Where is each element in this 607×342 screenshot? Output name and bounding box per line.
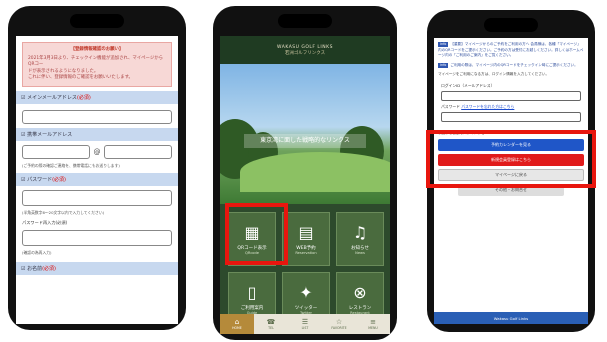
tile-web-reservation[interactable]: ▤ WEB予約 Reservation (282, 212, 330, 266)
app-header: WAKASU GOLF LINKS 若洲ゴルフリンクス (220, 36, 390, 64)
info-chip: info (438, 62, 449, 68)
password-hint: (半角英数字6〜20文字以内で入力してください) (22, 210, 105, 216)
section-name: ☑ お名前(必須) (16, 262, 178, 276)
at-sign: @ (93, 148, 101, 157)
tab-home[interactable]: ⌂ HOME (220, 314, 254, 334)
restaurant-icon: ⊗ (353, 282, 367, 302)
tab-tel[interactable]: ☎ TEL (254, 314, 288, 334)
phone-notch (484, 18, 538, 32)
required-mark: (必須) (76, 95, 91, 102)
section-label: ☑ お名前 (21, 266, 43, 273)
phone-notch (278, 14, 332, 28)
section-mobile-email: ☑ 携帯メールアドレス (16, 128, 178, 142)
notice-title: 【登録情報確認のお願い】 (70, 47, 124, 52)
site-footer: Wakasu Golf Links (434, 312, 588, 324)
password-confirm-hint: (確認の為再入力) (22, 250, 52, 256)
tab-label: MENU (368, 326, 378, 330)
tab-menu[interactable]: ≡ MENU (356, 314, 390, 334)
notice-box: 【登録情報確認のお願い】 2021年3月3日より、チェックイン機能が追加され、マ… (22, 42, 172, 88)
registration-screen: 【登録情報確認のお願い】 2021年3月3日より、チェックイン機能が追加され、マ… (16, 36, 178, 324)
tab-list[interactable]: ☰ LIST (288, 314, 322, 334)
section-password: ☑ パスワード(必須) (16, 173, 178, 187)
tab-favorite[interactable]: ☆ FAVORITE (322, 314, 356, 334)
tab-label: LIST (301, 326, 309, 330)
twitter-icon: ✦ (299, 282, 313, 302)
login-highlight (426, 130, 596, 188)
more-icon: ≡ (370, 318, 376, 326)
forgot-password-link[interactable]: パスワードを忘れた方はこちら (461, 104, 514, 109)
notice-line: これに伴い、登録情報のご確認をお願いいたします。 (28, 75, 133, 81)
notice-line: 2021年3月3日より、チェックイン機能が追加され、マイページからQRコー (28, 55, 164, 68)
info-block: info 【重要】マイページからのご予約をご利用の方へ 会員様は、各種「マイページ… (438, 42, 584, 59)
tab-label: TEL (268, 326, 274, 330)
bottom-tab-bar: ⌂ HOME ☎ TEL ☰ LIST ☆ FAVORITE ≡ MENU (220, 314, 390, 334)
hero-image: 東京湾に面した戦略的なリンクス (220, 64, 390, 204)
tab-label: FAVORITE (331, 326, 347, 330)
mobile-email-domain-field[interactable] (104, 145, 172, 160)
fairway-shape (240, 152, 390, 192)
section-main-email: ☑ メインメールアドレス(必須) (16, 91, 178, 105)
password-field[interactable] (441, 112, 581, 123)
mobile-email-hint: (ご予約の際の確認ご連絡を、携帯電話にもお送りします) (22, 163, 120, 169)
qr-tile-highlight (225, 203, 288, 265)
mobile-email-local-field[interactable] (22, 145, 90, 160)
password-label: パスワード (441, 104, 460, 110)
login-id-field[interactable] (441, 91, 581, 102)
info-text: 【重要】マイページからのご予約をご利用の方へ 会員様は、各種「マイページ」内のQ… (438, 42, 584, 58)
bell-icon: ♫ (352, 222, 368, 242)
section-label: ☑ 携帯メールアドレス (21, 132, 73, 139)
phone-notch (70, 14, 124, 28)
required-mark: (必須) (42, 266, 56, 273)
section-label: ☑ メインメールアドレス (21, 95, 77, 102)
password-confirm-label: パスワード再入力(必須) (22, 220, 68, 226)
calendar-icon: ▤ (298, 222, 314, 242)
tile-sublabel: Reservation (295, 250, 317, 255)
home-icon: ⌂ (234, 318, 240, 326)
info-chip: info (438, 42, 449, 48)
login-note: マイページをご利用になる方は、ログイン情報を入力してください。 (438, 72, 550, 77)
password-confirm-field[interactable] (22, 230, 172, 247)
info-block: info ご利用の際は、マイページ内のQRコードをチェックイン時にご提示ください。 (438, 62, 584, 69)
tile-sublabel: News (355, 250, 365, 255)
required-mark: (必須) (52, 177, 66, 184)
hero-tagline: 東京湾に面した戦略的なリンクス (244, 134, 366, 148)
phone-registration: 【登録情報確認のお願い】 2021年3月3日より、チェックイン機能が追加され、マ… (8, 6, 186, 330)
phone-app-home: WAKASU GOLF LINKS 若洲ゴルフリンクス 東京湾に面した戦略的なリ… (213, 6, 397, 340)
login-form: ログインID（メールアドレス） パスワード パスワードを忘れた方はこちら (438, 80, 584, 128)
phone-icon: ☎ (266, 318, 276, 326)
password-label-row: パスワード パスワードを忘れた方はこちら (441, 104, 581, 110)
login-id-label: ログインID（メールアドレス） (441, 83, 495, 89)
app-home-screen: WAKASU GOLF LINKS 若洲ゴルフリンクス 東京湾に面した戦略的なリ… (220, 36, 390, 334)
main-email-field[interactable] (22, 110, 172, 125)
tile-news[interactable]: ♫ お知らせ News (336, 212, 384, 266)
menu-icon: ☰ (301, 318, 309, 326)
phone-icon: ▯ (247, 282, 257, 302)
tab-label: HOME (232, 326, 242, 330)
section-label: ☑ パスワード (21, 177, 53, 184)
star-icon: ☆ (335, 318, 343, 326)
password-field[interactable] (22, 190, 172, 207)
info-text: ご利用の際は、マイページ内のQRコードをチェックイン時にご提示ください。 (450, 62, 578, 67)
logo-subtext: 若洲ゴルフリンクス (284, 50, 326, 56)
mobile-email-row: @ (22, 145, 172, 160)
